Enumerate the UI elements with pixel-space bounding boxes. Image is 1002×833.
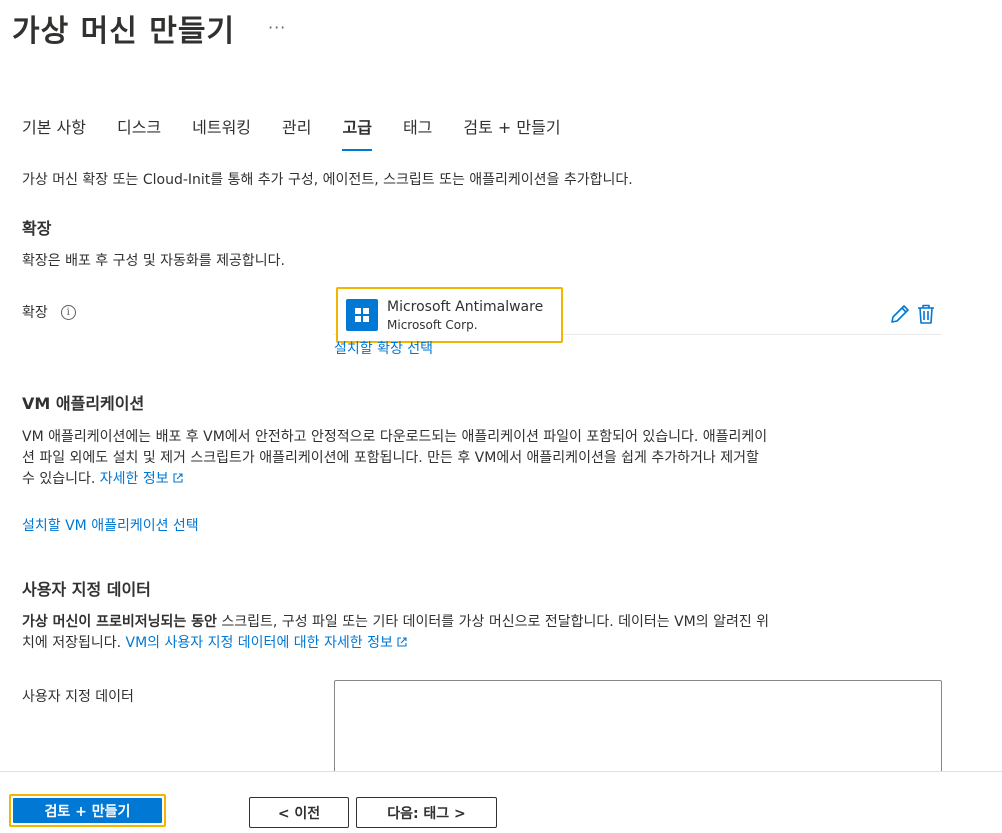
tab-advanced[interactable]: 고급: [342, 116, 373, 152]
custom-data-desc-rest: 스크립트, 구성 파일 또는 기타 데이터를 가상 머신으로 전달합니다. 데이…: [216, 614, 770, 630]
extensions-heading: 확장: [22, 219, 52, 238]
tab-networking[interactable]: 네트워킹: [192, 116, 251, 152]
custom-data-desc-line-1: 가상 머신이 프로비저닝되는 동안 스크립트, 구성 파일 또는 기타 데이터를…: [22, 612, 947, 633]
vm-applications-description: VM 애플리케이션에는 배포 후 VM에서 안전하고 안정적으로 다운로드되는 …: [22, 427, 947, 490]
extension-name: Microsoft Antimalware: [387, 299, 544, 315]
extensions-field-label: 확장 i: [22, 302, 76, 322]
review-create-button[interactable]: 검토 + 만들기: [13, 798, 162, 823]
tab-review-create[interactable]: 검토 + 만들기: [463, 116, 560, 152]
extensions-label-text: 확장: [22, 305, 48, 321]
tab-tags[interactable]: 태그: [403, 116, 432, 152]
external-link-icon: [397, 637, 407, 647]
microsoft-logo-icon: [346, 299, 378, 331]
next-tags-button[interactable]: 다음: 태그 >: [356, 797, 497, 828]
custom-data-learn-more-text: VM의 사용자 지정 데이터에 대한 자세한 정보: [125, 635, 393, 651]
vm-apps-desc-line-3-text: 수 있습니다.: [22, 471, 96, 487]
intro-description: 가상 머신 확장 또는 Cloud-Init를 통해 추가 구성, 에이전트, …: [22, 172, 633, 188]
vm-apps-learn-more-text: 자세한 정보: [99, 471, 169, 487]
custom-data-desc-bold: 가상 머신이 프로비저닝되는 동안: [22, 614, 217, 630]
previous-button[interactable]: < 이전: [249, 797, 349, 828]
more-options-icon[interactable]: ···: [268, 18, 286, 37]
vm-apps-desc-line-1: VM 애플리케이션에는 배포 후 VM에서 안전하고 안정적으로 다운로드되는 …: [22, 429, 768, 445]
tab-basics[interactable]: 기본 사항: [22, 116, 86, 152]
external-link-icon: [173, 473, 183, 483]
custom-data-field-label: 사용자 지정 데이터: [22, 689, 134, 705]
vm-apps-desc-line-3: 수 있습니다. 자세한 정보: [22, 469, 947, 490]
extension-publisher: Microsoft Corp.: [387, 318, 478, 332]
tab-management[interactable]: 관리: [282, 116, 311, 152]
extension-list-row: Microsoft Antimalware Microsoft Corp.: [334, 287, 942, 343]
custom-data-desc-line-2: 치에 저장됩니다. VM의 사용자 지정 데이터에 대한 자세한 정보: [22, 633, 947, 654]
tab-disks[interactable]: 디스크: [117, 116, 161, 152]
extensions-description: 확장은 배포 후 구성 및 자동화를 제공합니다.: [22, 253, 285, 269]
info-icon[interactable]: i: [60, 304, 76, 320]
page-title: 가상 머신 만들기: [12, 14, 236, 49]
custom-data-learn-more-link[interactable]: VM의 사용자 지정 데이터에 대한 자세한 정보: [126, 635, 408, 651]
edit-pencil-icon[interactable]: [889, 303, 911, 325]
vm-applications-heading: VM 애플리케이션: [22, 394, 145, 413]
select-vm-application-link[interactable]: 설치할 VM 애플리케이션 선택: [22, 516, 199, 537]
vm-apps-learn-more-link[interactable]: 자세한 정보: [100, 471, 184, 487]
custom-data-heading: 사용자 지정 데이터: [22, 580, 151, 599]
tab-bar: 기본 사항 디스크 네트워킹 관리 고급 태그 검토 + 만들기: [22, 116, 592, 152]
review-create-button-focus-ring: 검토 + 만들기: [9, 794, 166, 827]
select-extension-link[interactable]: 설치할 확장 선택: [334, 338, 433, 356]
vm-apps-desc-line-2: 션 파일 외에도 설치 및 제거 스크립트가 애플리케이션에 포함됩니다. 만든…: [22, 450, 759, 466]
custom-data-description: 가상 머신이 프로비저닝되는 동안 스크립트, 구성 파일 또는 기타 데이터를…: [22, 612, 947, 654]
extension-item[interactable]: Microsoft Antimalware Microsoft Corp.: [336, 287, 563, 343]
footer-bar: 검토 + 만들기 < 이전 다음: 태그 >: [0, 771, 1002, 833]
delete-trash-icon[interactable]: [916, 303, 936, 325]
custom-data-desc-line-2-text: 치에 저장됩니다.: [22, 635, 122, 651]
